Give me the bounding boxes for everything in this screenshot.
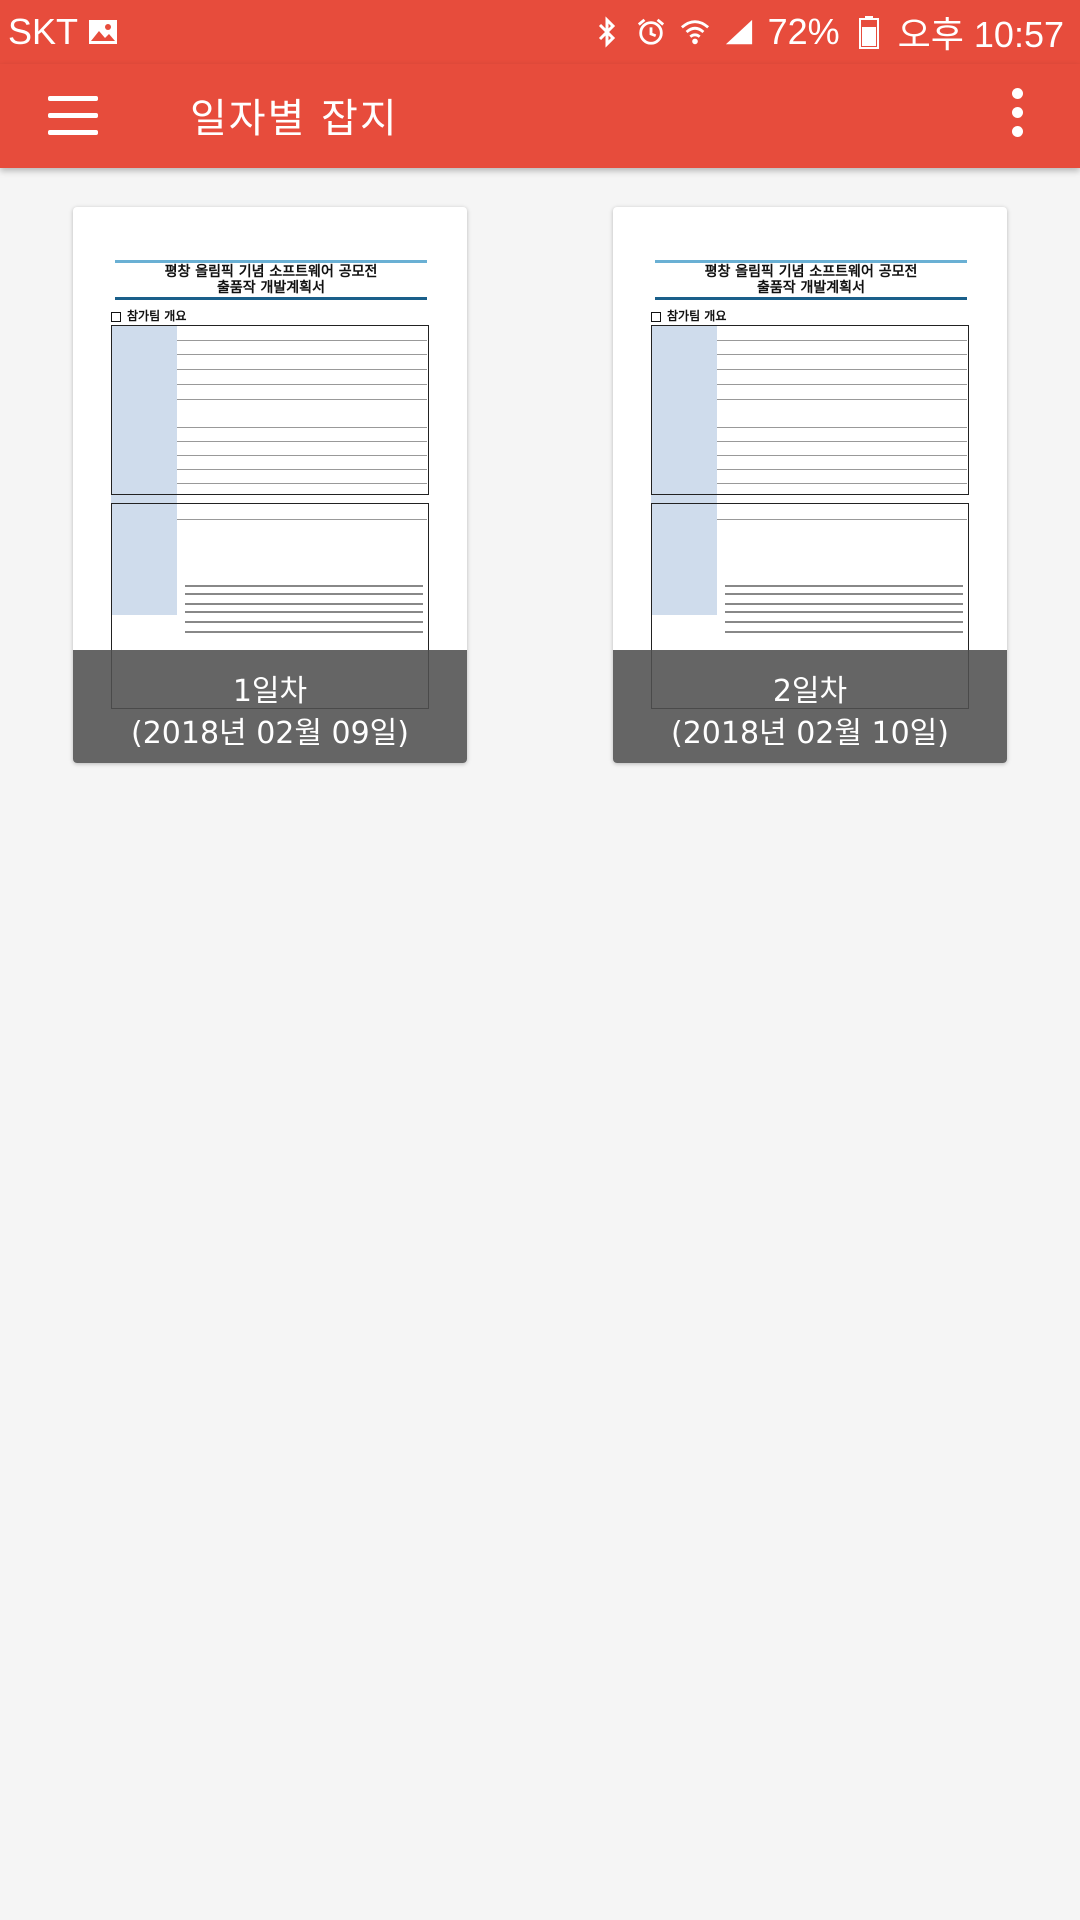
card-day-label: 2일차 [772, 674, 848, 709]
alarm-icon [636, 15, 666, 49]
card-date-label: (2018년 02월 10일) [671, 716, 949, 751]
status-bar: SKT 72% 오후 10:57 [0, 0, 1080, 64]
card-day-label: 1일차 [232, 674, 308, 709]
doc-section-heading: 참가팀 개요 [111, 307, 186, 324]
doc-rule [115, 260, 427, 263]
image-icon [88, 15, 118, 49]
doc-section-heading: 참가팀 개요 [651, 307, 726, 324]
doc-title-line1: 평창 올림픽 기념 소프트웨어 공모전 [704, 264, 918, 280]
app-bar: 일자별 잡지 [0, 64, 1080, 168]
menu-icon[interactable] [48, 96, 98, 136]
signal-icon [724, 15, 754, 49]
wifi-icon [680, 15, 710, 49]
bluetooth-icon [592, 15, 622, 49]
clock: 오후 10:57 [897, 14, 1064, 55]
doc-title-line1: 평창 올림픽 기념 소프트웨어 공모전 [164, 264, 378, 280]
doc-title-line2: 출품작 개발계획서 [757, 280, 865, 296]
battery-icon [854, 15, 884, 49]
card-caption: 2일차 (2018년 02월 10일) [613, 650, 1007, 763]
magazine-card-day-2[interactable]: 평창 올림픽 기념 소프트웨어 공모전 출품작 개발계획서 참가팀 개요 2일차… [613, 207, 1007, 763]
magazine-card-day-1[interactable]: 평창 올림픽 기념 소프트웨어 공모전 출품작 개발계획서 참가팀 개요 1일차… [73, 207, 467, 763]
doc-title-line2: 출품작 개발계획서 [217, 280, 325, 296]
doc-rule [115, 297, 427, 300]
card-caption: 1일차 (2018년 02월 09일) [73, 650, 467, 763]
carrier-label: SKT [8, 11, 79, 52]
battery-percent: 72% [767, 11, 840, 52]
doc-rule [655, 260, 967, 263]
page-title: 일자별 잡지 [190, 96, 399, 142]
more-options-icon[interactable] [1000, 88, 1034, 144]
doc-rule [655, 297, 967, 300]
card-date-label: (2018년 02월 09일) [131, 716, 409, 751]
